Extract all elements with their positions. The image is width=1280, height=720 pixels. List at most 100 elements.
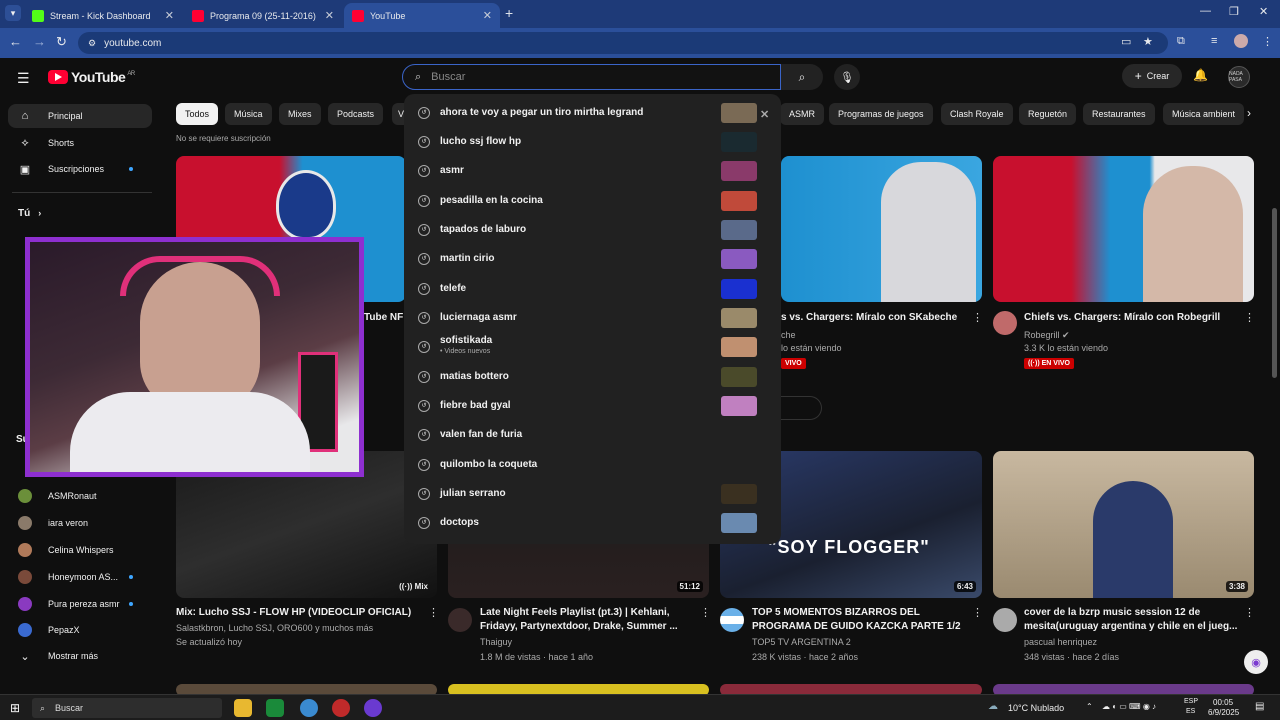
obs-icon[interactable] (332, 699, 350, 717)
suggestion-item[interactable]: ↺ sofistikada • Videos nuevos (404, 332, 781, 361)
tab-kick-dashboard[interactable]: Stream - Kick Dashboard ✕ (24, 3, 182, 28)
more-options-icon[interactable]: ⋮ (428, 606, 439, 619)
video-thumbnail[interactable] (781, 156, 982, 302)
notifications-bell-icon[interactable]: 🔔 (1193, 68, 1208, 82)
clock-time[interactable]: 00:05 (1213, 698, 1233, 707)
channel-name[interactable]: Thaiguy (480, 635, 512, 650)
chip-mixes[interactable]: Mixes (279, 103, 321, 125)
taskbar-search[interactable]: ⌕ Buscar (32, 698, 222, 718)
more-options-icon[interactable]: ⋮ (972, 311, 983, 324)
extensions-icon[interactable]: ⧉ (1177, 35, 1185, 48)
weather-text[interactable]: 10°C Nublado (1008, 703, 1064, 713)
search-input[interactable]: ⌕ Buscar (402, 64, 781, 90)
chip-podcasts[interactable]: Podcasts (328, 103, 384, 125)
sidebar-you-heading[interactable]: Tú › (8, 201, 152, 225)
windows-start-icon[interactable]: ⊞ (10, 701, 20, 715)
video-title[interactable]: s vs. Chargers: Míralo con SKabeche (781, 311, 957, 325)
channel-avatar[interactable] (993, 311, 1017, 335)
more-options-icon[interactable]: ⋮ (1244, 311, 1255, 324)
file-explorer-icon[interactable] (234, 699, 252, 717)
chrome-icon[interactable] (300, 699, 318, 717)
browser-menu-icon[interactable]: ⋮ (1262, 35, 1273, 48)
tray-icons[interactable]: ☁ ◐ ▭ ⌨ ◉ ♪ (1102, 702, 1156, 711)
remove-suggestion-icon[interactable]: ✕ (760, 108, 769, 121)
suggestion-item[interactable]: ↺ martin cirio (404, 244, 781, 273)
more-options-icon[interactable]: ⋮ (700, 606, 711, 619)
reading-list-icon[interactable]: ≡ (1211, 35, 1217, 47)
address-bar[interactable]: ⚙ youtube.com (78, 32, 1168, 54)
channel-name[interactable]: Salastkbron, Lucho SSJ, ORO600 y muchos … (176, 621, 373, 636)
hamburger-menu-icon[interactable]: ☰ (17, 70, 30, 87)
video-title[interactable]: Mix: Lucho SSJ - FLOW HP (VIDEOCLIP OFIC… (176, 606, 416, 620)
video-title[interactable]: TOP 5 MOMENTOS BIZARROS DEL PROGRAMA DE … (752, 606, 967, 634)
keyboard-layout[interactable]: ES (1186, 708, 1195, 715)
suggestion-item[interactable]: ↺ lucho ssj flow hp (404, 127, 781, 156)
video-title[interactable]: Late Night Feels Playlist (pt.3) | Kehla… (480, 606, 690, 634)
sidebar-channel-pura-pereza[interactable]: Pura pereza asmr (8, 592, 152, 616)
sidebar-item-shorts[interactable]: ⟡ Shorts (8, 131, 152, 155)
profile-avatar-icon[interactable] (1234, 34, 1248, 48)
channel-name[interactable]: TOP5 TV ARGENTINA 2 (752, 635, 851, 650)
suggestion-item[interactable]: ↺ doctops (404, 508, 781, 537)
close-tab-icon[interactable]: ✕ (325, 9, 334, 22)
suggestion-item[interactable]: ↺ quilombo la coqueta (404, 450, 781, 479)
suggestion-item[interactable]: ↺ telefe (404, 274, 781, 303)
sidebar-item-suscripciones[interactable]: ▣ Suscripciones (8, 157, 152, 181)
bookmark-star-icon[interactable]: ★ (1143, 35, 1153, 48)
chip-musica-ambient[interactable]: Música ambient (1163, 103, 1245, 125)
minimize-icon[interactable]: — (1200, 5, 1211, 17)
chip-todos[interactable]: Todos (176, 103, 219, 125)
show-more-pill[interactable] (781, 396, 822, 420)
video-thumbnail[interactable] (448, 684, 709, 694)
chip-regueton[interactable]: Reguetón (1019, 103, 1077, 125)
sidebar-channel-pepazx[interactable]: PepazX (8, 618, 152, 642)
channel-avatar[interactable] (720, 608, 744, 632)
tab-programa-09[interactable]: Programa 09 (25-11-2016) Pesa ✕ (184, 3, 342, 28)
tab-search-chevron-icon[interactable]: ▾ (5, 5, 21, 21)
chip-programas-de-juegos[interactable]: Programas de juegos (829, 103, 933, 125)
suggestion-item[interactable]: ↺ pesadilla en la cocina (404, 186, 781, 215)
sidebar-item-principal[interactable]: ⌂ Principal (8, 104, 152, 128)
close-tab-icon[interactable]: ✕ (165, 9, 174, 22)
assistant-icon[interactable]: ◉ (1244, 650, 1268, 674)
suggestion-item[interactable]: ↺ asmr (404, 156, 781, 185)
sidebar-channel-honeymoon[interactable]: Honeymoon AS... (8, 565, 152, 589)
search-button[interactable]: ⌕ (781, 64, 823, 90)
reload-icon[interactable]: ↻ (56, 34, 67, 50)
chip-clash-royale[interactable]: Clash Royale (941, 103, 1013, 125)
video-title[interactable]: Chiefs vs. Chargers: Míralo con Robegril… (1024, 311, 1220, 325)
video-thumbnail[interactable] (720, 684, 982, 694)
video-thumbnail[interactable] (176, 684, 437, 694)
suggestion-item[interactable]: ↺ julian serrano (404, 479, 781, 508)
create-button[interactable]: + Crear (1122, 64, 1182, 88)
back-icon[interactable]: ← (9, 34, 22, 49)
chip-musica[interactable]: Música (225, 103, 272, 125)
notifications-icon[interactable]: ▤ (1255, 701, 1264, 712)
sidebar-channel-iara-veron[interactable]: iara veron (8, 511, 152, 535)
suggestion-item[interactable]: ↺ ahora te voy a pegar un tiro mirtha leg… (404, 98, 781, 127)
suggestion-item[interactable]: ↺ fiebre bad gyal (404, 391, 781, 420)
close-window-icon[interactable]: ✕ (1259, 5, 1268, 18)
app-icon[interactable] (364, 699, 382, 717)
video-thumbnail[interactable] (993, 156, 1254, 302)
video-thumbnail[interactable]: 3:38 (993, 451, 1254, 598)
tray-chevron-icon[interactable]: ⌃ (1086, 702, 1093, 711)
clock-date[interactable]: 6/9/2025 (1208, 708, 1239, 717)
account-avatar[interactable]: NADA PASA (1228, 66, 1250, 88)
forward-icon[interactable]: → (33, 34, 46, 49)
suggestion-item[interactable]: ↺ valen fan de furia (404, 420, 781, 449)
site-info-icon[interactable]: ⚙ (88, 38, 96, 49)
new-tab-button[interactable]: + (505, 5, 513, 21)
more-options-icon[interactable]: ⋮ (1244, 606, 1255, 619)
chip-asmr[interactable]: ASMR (780, 103, 825, 125)
chips-next-icon[interactable]: › (1247, 106, 1251, 120)
chip-restaurantes[interactable]: Restaurantes (1083, 103, 1155, 125)
tab-youtube[interactable]: YouTube ✕ (344, 3, 500, 28)
suggestion-item[interactable]: ↺ matias bottero (404, 362, 781, 391)
close-tab-icon[interactable]: ✕ (483, 9, 492, 22)
suggestion-item[interactable]: ↺ tapados de laburo (404, 215, 781, 244)
xbox-icon[interactable] (266, 699, 284, 717)
suggestion-item[interactable]: ↺ luciernaga asmr (404, 303, 781, 332)
scrollbar[interactable] (1272, 208, 1277, 378)
channel-avatar[interactable] (448, 608, 472, 632)
